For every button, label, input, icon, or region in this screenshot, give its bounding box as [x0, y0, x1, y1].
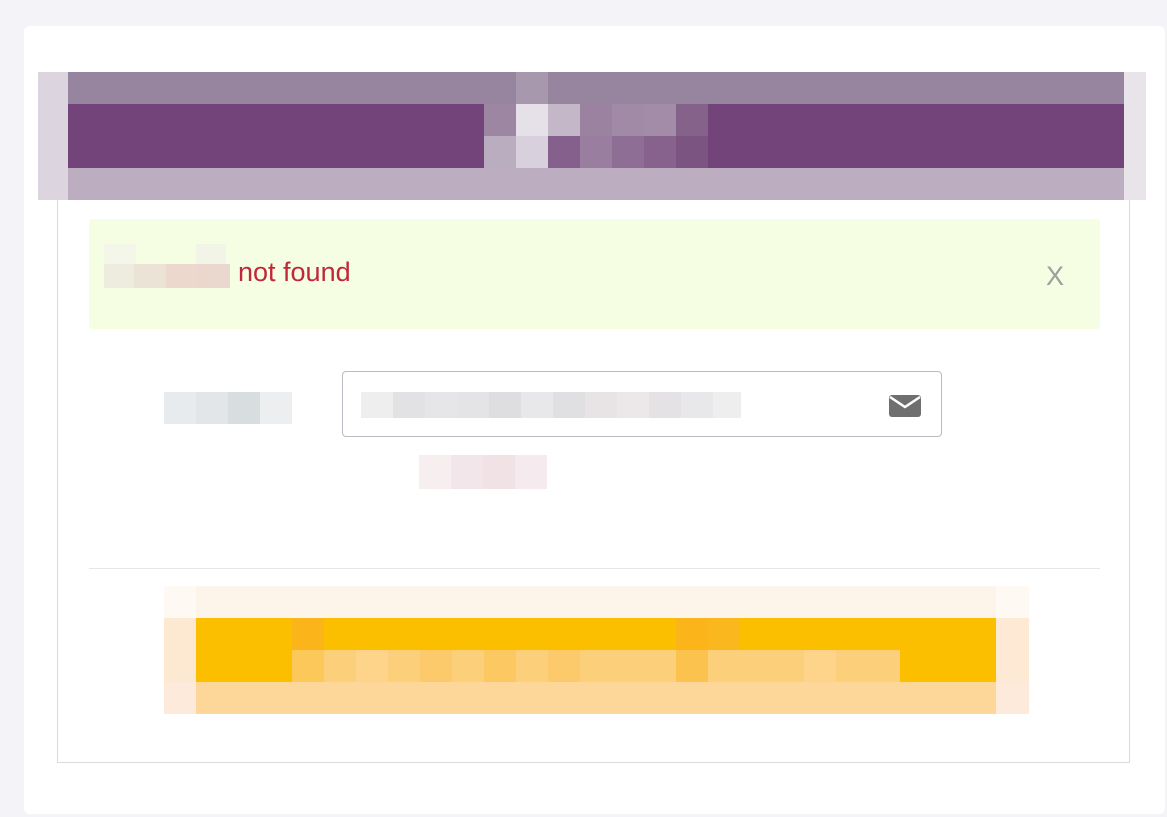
header-banner	[38, 72, 1146, 200]
email-label-redacted	[164, 392, 292, 424]
envelope-icon	[889, 395, 921, 417]
submit-button[interactable]	[164, 586, 1029, 714]
email-field[interactable]	[342, 371, 942, 437]
form-divider	[89, 568, 1100, 569]
alert-message: not found	[238, 257, 351, 287]
alert-redacted-prefix	[104, 244, 234, 288]
email-value-redacted	[361, 392, 741, 418]
alert-close-button[interactable]: X	[1040, 258, 1070, 294]
email-hint-redacted	[419, 455, 549, 489]
